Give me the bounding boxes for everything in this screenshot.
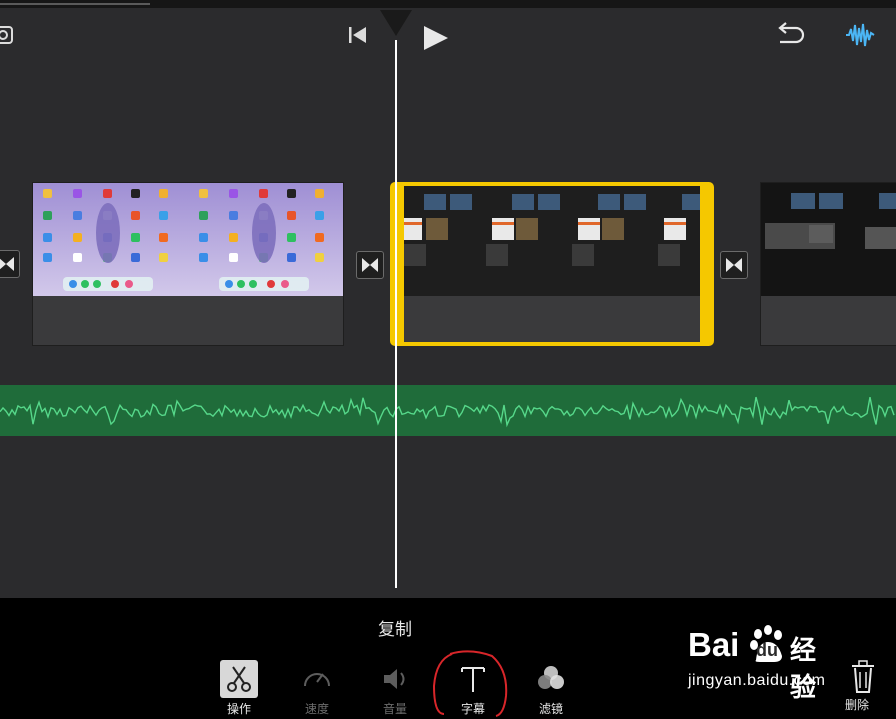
- baidu-jingyan-watermark: Bai du 经验 jingyan.baidu.com: [688, 620, 825, 702]
- tool-volume-label: 音量: [382, 702, 407, 716]
- trash-icon[interactable]: [850, 660, 876, 694]
- clip-2-thumbnail: [404, 186, 700, 299]
- clip-3-thumbnail: [761, 183, 896, 296]
- tool-actions-label: 操作: [226, 702, 251, 716]
- audio-track[interactable]: [0, 385, 896, 436]
- video-clip-2-selected[interactable]: [390, 182, 714, 346]
- video-clip-1[interactable]: [32, 182, 344, 346]
- playhead-line[interactable]: [395, 40, 397, 588]
- tool-speed[interactable]: 速度: [287, 660, 347, 717]
- tool-volume[interactable]: 音量: [365, 660, 425, 717]
- camera-icon[interactable]: [0, 22, 16, 48]
- filter-icon: [532, 660, 570, 698]
- delete-label: 删除: [845, 698, 870, 712]
- ios-home-screen-thumbnail: [33, 183, 343, 296]
- play-icon[interactable]: [422, 24, 450, 52]
- speaker-icon: [376, 660, 414, 698]
- watermark-brand-du: du: [756, 640, 778, 660]
- speedometer-icon: [298, 660, 336, 698]
- app-screen-thumbnail: [404, 186, 700, 296]
- top-progress-indicator: [0, 3, 150, 5]
- undo-icon[interactable]: [774, 22, 806, 50]
- tool-speed-label: 速度: [304, 702, 329, 716]
- audio-waveform: [0, 396, 895, 428]
- top-progress-strip: [0, 0, 896, 8]
- transition-icon: [0, 257, 14, 271]
- scissors-icon: [220, 660, 258, 698]
- red-circle-annotation: [432, 650, 508, 717]
- watermark-brand: Bai: [688, 626, 740, 663]
- tool-filters-label: 滤镜: [538, 702, 563, 716]
- tool-filters[interactable]: 滤镜: [521, 660, 581, 717]
- transition-icon: [726, 258, 742, 272]
- duplicate-action[interactable]: 复制: [0, 615, 790, 640]
- skip-to-start-icon[interactable]: [348, 26, 368, 44]
- clip-1-thumbnail: [33, 183, 343, 296]
- tool-actions[interactable]: 操作: [209, 660, 269, 717]
- video-clip-3[interactable]: [760, 182, 896, 346]
- transition-icon: [362, 258, 378, 272]
- transition-marker-left[interactable]: [0, 250, 20, 278]
- dark-screen-thumbnail: [761, 183, 896, 296]
- waveform-line: [0, 396, 895, 428]
- top-toolbar: [0, 0, 896, 60]
- transition-marker-2[interactable]: [720, 251, 748, 279]
- watermark-cn: 经验: [790, 635, 817, 702]
- playhead-marker[interactable]: [380, 10, 412, 36]
- audio-waveform-icon[interactable]: [845, 20, 875, 50]
- transition-marker-1[interactable]: [356, 251, 384, 279]
